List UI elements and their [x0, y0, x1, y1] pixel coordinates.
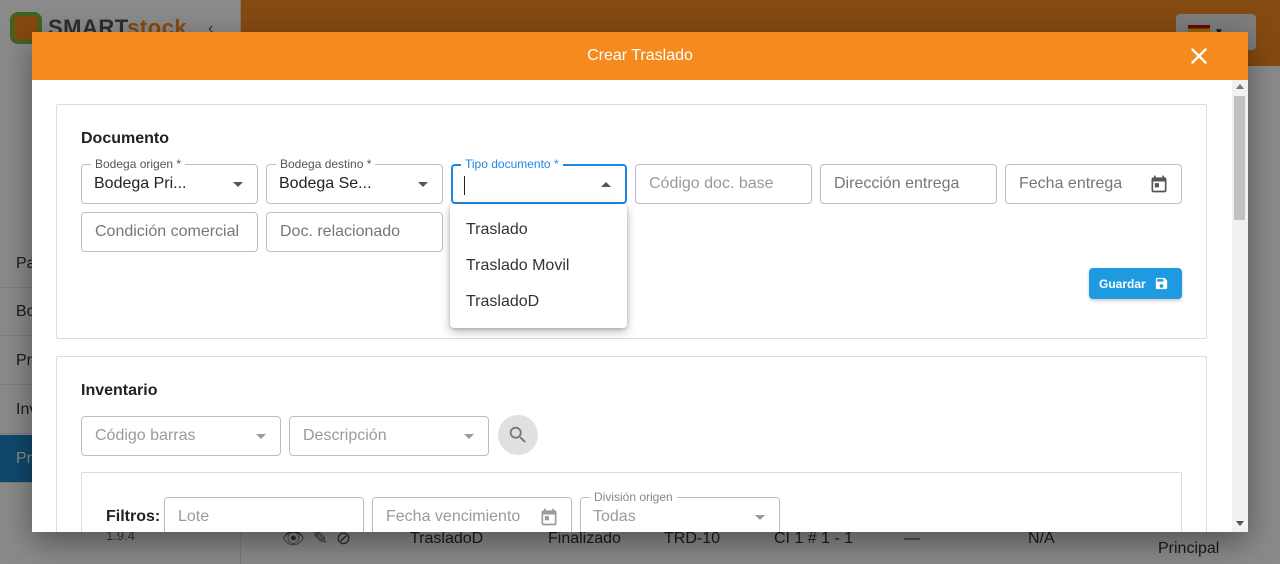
division-origen-label: División origen — [590, 490, 677, 504]
calendar-icon[interactable] — [1149, 174, 1169, 194]
bodega-destino-label: Bodega destino * — [276, 157, 376, 171]
dialog-title: Crear Traslado — [587, 47, 693, 64]
tipo-documento-options: Traslado Traslado Movil TrasladoD — [450, 204, 627, 328]
dropdown-arrow-icon — [256, 434, 266, 439]
text-cursor — [464, 176, 465, 195]
calendar-icon[interactable] — [539, 507, 559, 527]
dropdown-arrow-icon — [233, 182, 243, 187]
search-icon — [509, 426, 526, 443]
codigo-doc-base-input[interactable]: Código doc. base — [635, 164, 812, 204]
save-button-label: Guardar — [1099, 276, 1146, 291]
tipo-documento-select[interactable]: Tipo documento * — [451, 157, 627, 204]
lote-placeholder: Lote — [178, 508, 210, 525]
fecha-entrega-placeholder: Fecha entrega — [1019, 175, 1123, 192]
option-traslado[interactable]: Traslado — [450, 212, 627, 248]
doc-relacionado-placeholder: Doc. relacionado — [280, 223, 401, 240]
descripcion-placeholder: Descripción — [303, 427, 387, 444]
dropdown-arrow-icon — [464, 434, 474, 439]
descripcion-select[interactable]: Descripción — [289, 416, 489, 456]
codigo-barras-placeholder: Código barras — [95, 427, 196, 444]
create-transfer-dialog: Crear Traslado Documento Bodega origen *… — [32, 32, 1248, 532]
bodega-destino-value: Bodega Se... — [279, 175, 372, 192]
dropdown-arrow-up-icon — [601, 182, 611, 187]
direccion-entrega-input[interactable]: Dirección entrega — [820, 164, 997, 204]
scroll-up-arrow-icon[interactable] — [1236, 84, 1244, 89]
condicion-comercial-input[interactable]: Condición comercial — [81, 212, 258, 252]
dropdown-arrow-icon — [418, 182, 428, 187]
doc-relacionado-input[interactable]: Doc. relacionado — [266, 212, 443, 252]
bodega-origen-select[interactable]: Bodega origen * Bodega Pri... — [81, 157, 258, 204]
division-origen-select[interactable]: División origen Todas — [580, 490, 780, 532]
save-icon — [1155, 277, 1167, 290]
inventario-title: Inventario — [81, 382, 158, 399]
direccion-entrega-placeholder: Dirección entrega — [834, 175, 960, 192]
codigo-barras-select[interactable]: Código barras — [81, 416, 281, 456]
filters-label: Filtros: — [106, 508, 161, 525]
tipo-documento-label: Tipo documento * — [461, 157, 563, 171]
dialog-header: Crear Traslado — [32, 32, 1248, 80]
scroll-thumb[interactable] — [1234, 96, 1245, 220]
codigo-doc-base-placeholder: Código doc. base — [649, 175, 774, 192]
dropdown-arrow-icon — [755, 515, 765, 520]
dialog-scrollbar[interactable] — [1232, 80, 1248, 532]
dialog-body: Documento Bodega origen * Bodega Pri... … — [32, 80, 1232, 532]
close-icon[interactable] — [1186, 43, 1212, 69]
bodega-destino-select[interactable]: Bodega destino * Bodega Se... — [266, 157, 443, 204]
fecha-entrega-input[interactable]: Fecha entrega — [1005, 164, 1182, 204]
documento-title: Documento — [81, 130, 169, 147]
bodega-origen-value: Bodega Pri... — [94, 175, 187, 192]
lote-input[interactable]: Lote — [164, 497, 364, 532]
scroll-down-arrow-icon[interactable] — [1236, 521, 1244, 526]
bodega-origen-label: Bodega origen * — [91, 157, 186, 171]
search-button[interactable] — [498, 415, 538, 455]
save-button[interactable]: Guardar — [1089, 268, 1182, 299]
condicion-comercial-placeholder: Condición comercial — [95, 223, 240, 240]
division-origen-value: Todas — [593, 508, 636, 525]
option-traslado-movil[interactable]: Traslado Movil — [450, 248, 627, 284]
fecha-vencimiento-placeholder: Fecha vencimiento — [386, 508, 521, 525]
fecha-vencimiento-input[interactable]: Fecha vencimiento — [372, 497, 572, 532]
option-trasladod[interactable]: TrasladoD — [450, 284, 627, 320]
